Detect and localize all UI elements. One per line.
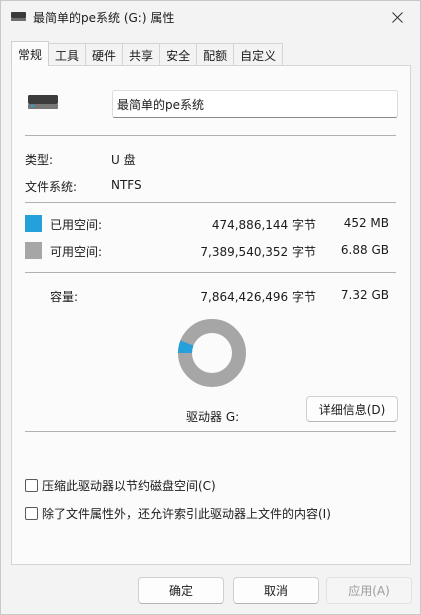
filesystem-value: NTFS — [111, 178, 142, 192]
general-panel: 类型: U 盘 文件系统: NTFS 已用空间: 474,886,144 字节 … — [11, 65, 411, 565]
index-checkbox[interactable] — [25, 507, 38, 520]
tab-quota[interactable]: 配额 — [196, 43, 235, 66]
index-option[interactable]: 除了文件属性外，还允许索引此驱动器上文件的内容(I) — [25, 505, 331, 522]
properties-window: 最简单的pe系统 (G:) 属性 常规 工具 硬件 共享 安全 配额 自定义 类… — [0, 0, 421, 615]
cancel-button[interactable]: 取消 — [233, 577, 319, 604]
type-value: U 盘 — [111, 153, 136, 167]
free-space-arc — [178, 319, 246, 387]
free-space-swatch — [25, 242, 42, 259]
window-title: 最简单的pe系统 (G:) 属性 — [33, 11, 175, 25]
free-space-bytes: 7,389,540,352 字节 — [200, 245, 316, 259]
compress-option[interactable]: 压缩此驱动器以节约磁盘空间(C) — [25, 477, 216, 494]
close-button[interactable] — [374, 1, 420, 33]
tab-sharing[interactable]: 共享 — [122, 43, 161, 66]
drive-letter-label: 驱动器 G: — [186, 410, 240, 424]
details-button[interactable]: 详细信息(D) — [306, 396, 398, 422]
volume-name-input[interactable] — [112, 90, 398, 118]
tab-tools[interactable]: 工具 — [48, 43, 87, 66]
tab-hardware[interactable]: 硬件 — [85, 43, 124, 66]
title-bar[interactable]: 最简单的pe系统 (G:) 属性 — [1, 1, 420, 33]
apply-button[interactable]: 应用(A) — [326, 577, 412, 604]
drive-icon — [11, 12, 26, 21]
compress-option-label: 压缩此驱动器以节约磁盘空间(C) — [42, 479, 216, 493]
filesystem-label: 文件系统: — [25, 180, 78, 194]
separator — [25, 202, 396, 203]
used-space-bytes: 474,886,144 字节 — [211, 218, 316, 232]
ok-button[interactable]: 确定 — [138, 577, 224, 604]
free-space-size: 6.88 GB — [340, 243, 389, 257]
tab-general[interactable]: 常规 — [11, 41, 50, 66]
used-space-label: 已用空间: — [50, 218, 103, 232]
separator — [25, 135, 396, 136]
separator — [25, 431, 396, 432]
used-space-size: 452 MB — [343, 216, 389, 230]
index-option-label: 除了文件属性外，还允许索引此驱动器上文件的内容(I) — [42, 507, 331, 521]
tab-security[interactable]: 安全 — [159, 43, 198, 66]
free-space-label: 可用空间: — [50, 245, 103, 259]
capacity-size: 7.32 GB — [340, 288, 389, 302]
separator — [25, 272, 396, 273]
tab-strip: 常规 工具 硬件 共享 安全 配额 自定义 — [11, 41, 284, 66]
type-label: 类型: — [25, 153, 54, 167]
usb-drive-icon — [28, 95, 58, 109]
used-space-swatch — [25, 215, 42, 232]
capacity-label: 容量: — [50, 290, 79, 304]
capacity-bytes: 7,864,426,496 字节 — [200, 290, 316, 304]
compress-checkbox[interactable] — [25, 479, 38, 492]
close-icon — [391, 11, 403, 23]
usage-donut-chart — [178, 319, 246, 387]
tab-customize[interactable]: 自定义 — [233, 43, 284, 66]
